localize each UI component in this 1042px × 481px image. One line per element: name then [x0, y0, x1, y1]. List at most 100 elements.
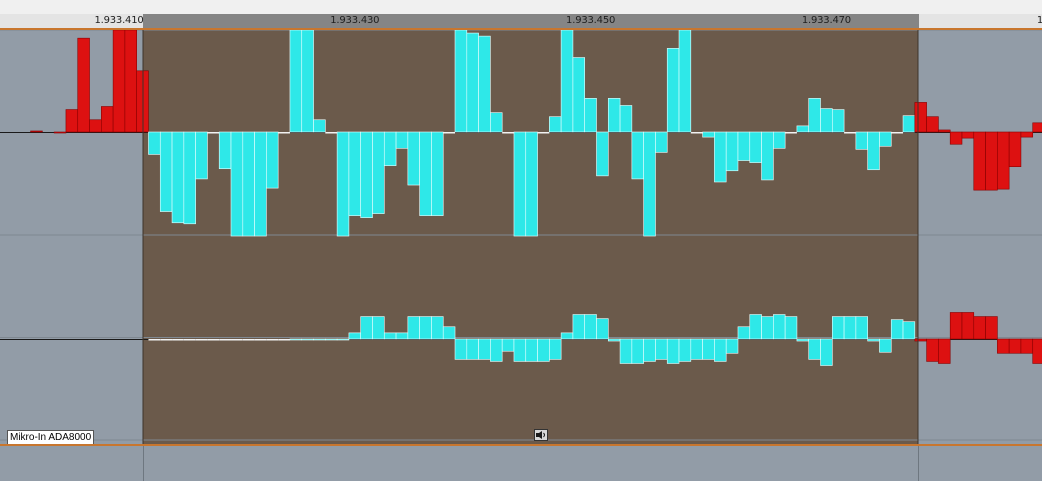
sample-bar: [407, 316, 420, 340]
sample-bar: [395, 332, 409, 340]
sample-bar: [844, 132, 856, 134]
sample-bar: [831, 109, 845, 133]
sample-bar: [325, 338, 338, 341]
sample-bar: [513, 131, 527, 237]
sample-bar: [549, 116, 562, 133]
sample-bar: [442, 326, 456, 340]
sample-bar: [655, 131, 668, 153]
sample-bar: [831, 316, 845, 340]
sample-bar: [148, 131, 161, 155]
sample-bar: [855, 131, 868, 150]
sample-bar: [749, 314, 762, 340]
sample-bar: [207, 339, 220, 341]
sample-bar: [808, 338, 821, 360]
sample-bar: [172, 339, 184, 341]
sample-bar: [678, 338, 692, 362]
sample-bar: [902, 321, 916, 340]
sample-bar: [266, 131, 279, 189]
clip-options-button[interactable]: [534, 429, 548, 441]
sample-bar: [160, 339, 173, 341]
sample-bar: [973, 131, 986, 191]
sample-bar: [655, 338, 668, 360]
sample-bar: [914, 102, 927, 133]
sample-bar: [336, 131, 350, 237]
sample-bar: [254, 339, 267, 341]
sample-bar: [843, 316, 857, 340]
sample-bar: [938, 129, 951, 133]
sample-bar: [961, 131, 975, 139]
sample-bar: [596, 318, 609, 340]
sample-bar: [101, 106, 114, 133]
sample-bar: [207, 132, 220, 134]
sample-bar: [77, 37, 90, 133]
sample-bar: [289, 30, 303, 133]
sample-bar: [891, 132, 904, 134]
sample-bar: [195, 131, 208, 180]
sample-bar: [631, 338, 644, 364]
sample-bar: [784, 316, 798, 340]
sample-bar: [431, 316, 444, 340]
sample-bar: [560, 332, 574, 340]
sample-bar: [360, 131, 373, 218]
sample-bar: [171, 131, 185, 224]
sample-bar: [278, 132, 290, 134]
selection-area[interactable]: [143, 30, 918, 444]
sample-bar: [619, 105, 633, 133]
sample-bar: [466, 32, 479, 133]
clip-name-label[interactable]: Mikro-In ADA8000: [7, 430, 95, 445]
next-track-strip[interactable]: [0, 446, 1042, 481]
sample-bar: [490, 338, 503, 362]
sample-bar: [796, 125, 810, 133]
sample-bar: [89, 119, 102, 133]
sample-bar: [702, 131, 715, 138]
sample-bar: [325, 132, 338, 134]
waveform-view[interactable]: [0, 30, 1042, 444]
sample-bar: [761, 131, 774, 181]
sample-bar: [867, 131, 880, 171]
sample-bar: [855, 316, 868, 340]
sample-bar: [360, 316, 373, 340]
sample-bar: [289, 338, 303, 341]
sample-bar: [195, 339, 208, 341]
ruler-top-band: [0, 0, 1042, 14]
sample-bar: [159, 131, 173, 212]
sample-bar: [407, 131, 420, 186]
sample-bar: [278, 339, 290, 341]
sample-bar: [879, 131, 892, 147]
sample-bar: [596, 131, 609, 177]
sample-bar: [301, 338, 314, 341]
sample-bar: [148, 339, 161, 341]
sample-bar: [985, 131, 998, 191]
sample-bar: [454, 338, 468, 360]
sample-bar: [112, 30, 126, 133]
sample-bar: [313, 119, 326, 133]
sample-bar: [348, 332, 361, 340]
sample-bar: [890, 319, 904, 340]
sample-bar: [714, 338, 727, 362]
sample-bar: [242, 131, 255, 237]
sample-bar: [690, 338, 703, 360]
sample-bar: [348, 131, 361, 216]
sample-bar: [737, 131, 751, 161]
sample-bar: [549, 338, 562, 360]
sample-bar: [219, 339, 232, 341]
sample-bar: [478, 338, 491, 360]
sample-bar: [1008, 338, 1022, 354]
sample-bar: [926, 338, 939, 362]
sample-bar: [643, 131, 656, 237]
ruler-tick-label: 1: [1036, 15, 1042, 26]
sample-bar: [124, 30, 137, 133]
sample-bar: [926, 116, 939, 133]
sample-bar: [808, 98, 821, 133]
sample-bar: [230, 131, 244, 237]
sample-bar: [383, 332, 397, 340]
timeline-ruler[interactable]: 1.933.410 1.933.430 1.933.450 1.933.470 1: [0, 0, 1042, 29]
sample-bar: [584, 314, 597, 340]
sample-bar: [902, 115, 916, 133]
sample-bar: [785, 132, 797, 134]
sample-bar: [537, 132, 550, 134]
sample-bar: [949, 131, 963, 145]
waveform-canvas[interactable]: [0, 30, 1042, 444]
sample-bar: [254, 131, 267, 237]
sample-bar: [372, 131, 385, 214]
